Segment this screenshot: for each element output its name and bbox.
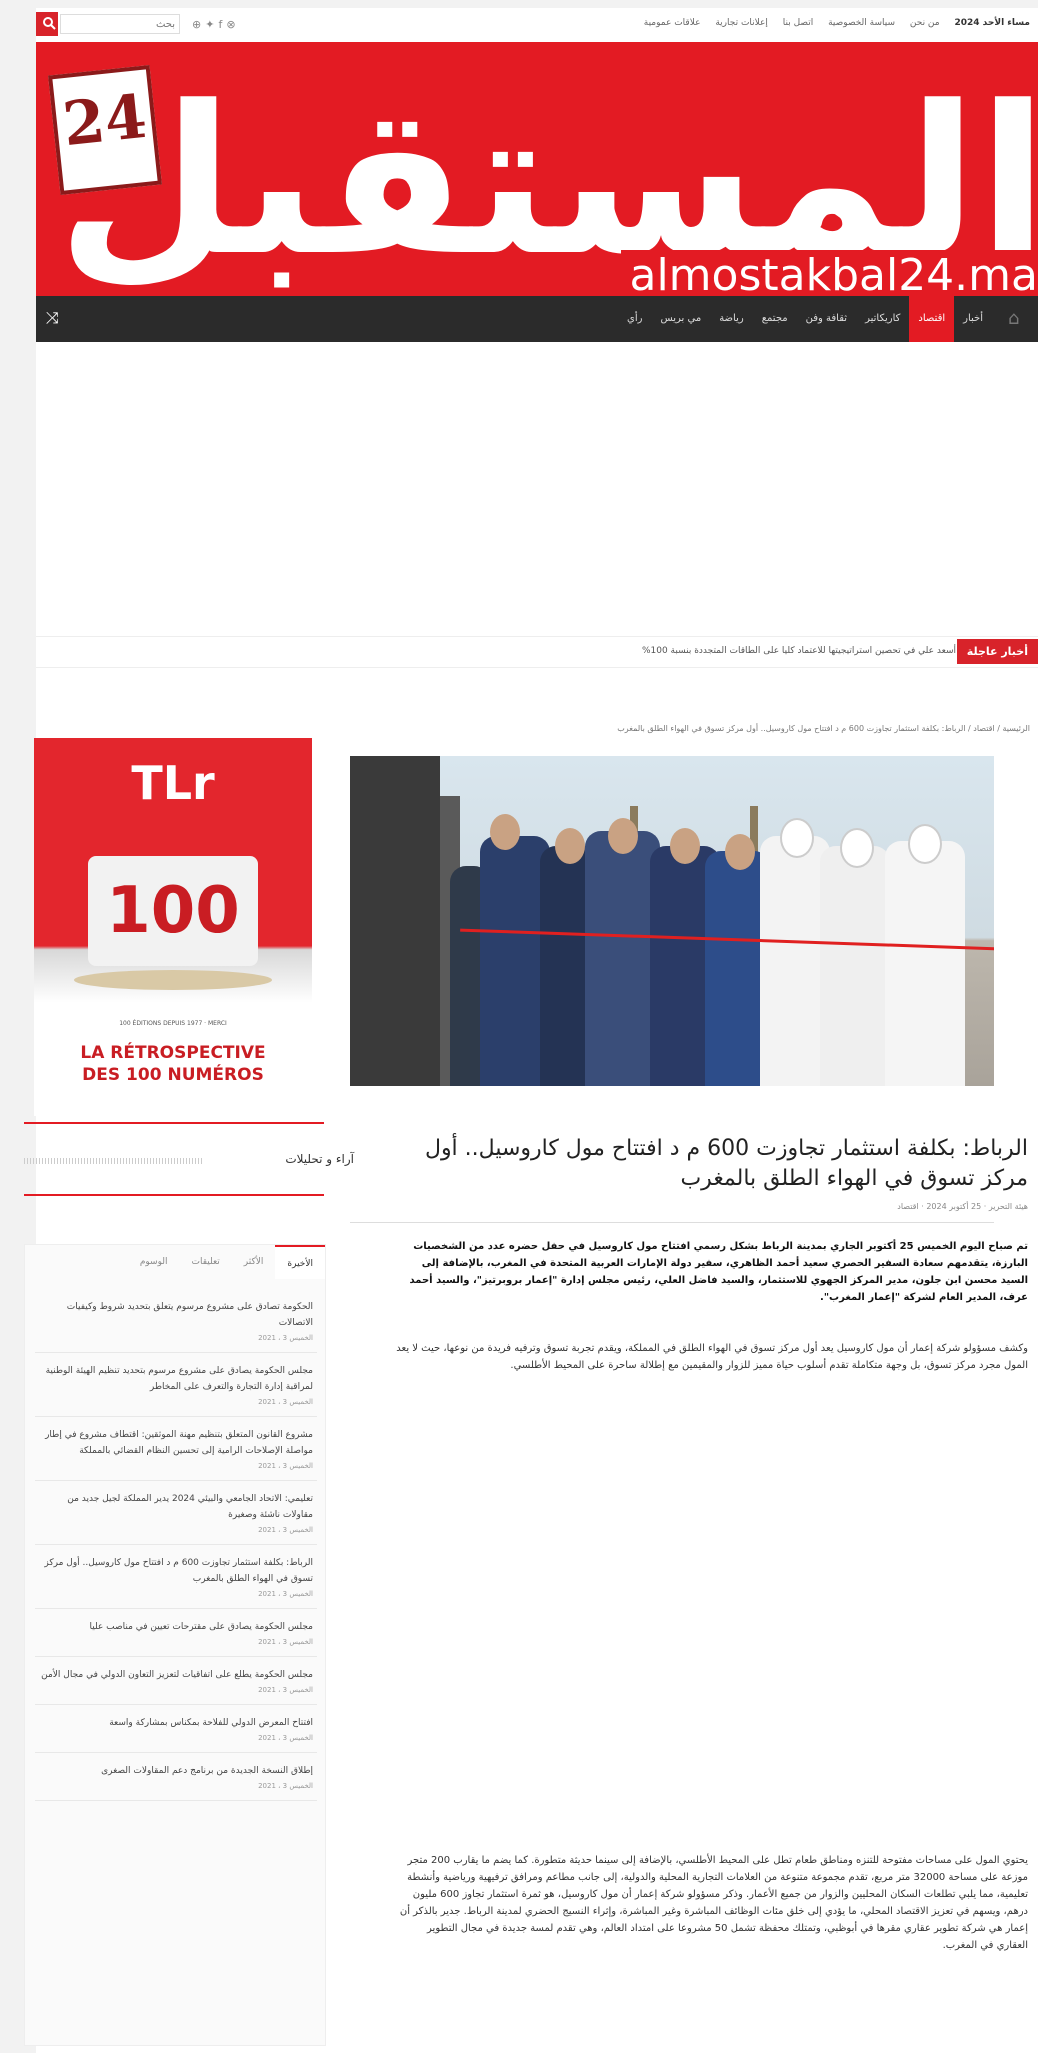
article-paragraph: يحتوي المول على مساحات مفتوحة للتنزه ومن… — [399, 1855, 1028, 1951]
nav-item-culture[interactable]: ثقافة وفن — [797, 296, 856, 342]
nav-item-opinion[interactable]: رأي — [618, 296, 651, 342]
nav-items: أخبار اقتصاد كاريكاتير ثقافة وفن مجتمع ر… — [618, 296, 992, 342]
random-article-icon[interactable]: ⤨ — [46, 308, 59, 328]
recent-posts-list: الحكومة تصادق على مشروع مرسوم يتعلق بتحد… — [35, 1289, 317, 1801]
top-link-about[interactable]: من نحن — [910, 18, 940, 28]
nav-item-sports[interactable]: رياضة — [710, 296, 753, 342]
nav-item-news[interactable]: أخبار — [954, 296, 992, 342]
list-item[interactable]: تعليمي: الاتحاد الجامعي والبيئي 2024 يدي… — [35, 1481, 317, 1545]
door-frame — [350, 756, 440, 1086]
list-item[interactable]: مجلس الحكومة يصادق على مشروع مرسوم بتحدي… — [35, 1353, 317, 1417]
site-header: المستقبل 24 almostakbal24.ma — [36, 42, 1038, 296]
breaking-news-ticker: أخبار عاجلة أسعد علي في تحصين استراتيجيت… — [36, 636, 1038, 668]
article-hero-image — [350, 756, 994, 1086]
logo-number: 24 — [59, 81, 150, 161]
list-item[interactable]: الحكومة تصادق على مشروع مرسوم يتعلق بتحد… — [35, 1289, 317, 1353]
logo-badge[interactable]: 24 — [48, 64, 162, 196]
top-link-pr[interactable]: علاقات عمومية — [644, 18, 701, 28]
list-item[interactable]: الرباط: بكلفة استثمار تجاوزت 600 م د افت… — [35, 1545, 317, 1609]
social-links: ⊕✦f⊗ — [192, 18, 240, 31]
article-meta: هيئة التحرير · 25 أكتوبر 2024 · اقتصاد — [897, 1202, 1028, 1211]
tab-comments[interactable]: تعليقات — [179, 1245, 231, 1279]
list-item[interactable]: مشروع القانون المتعلق بتنظيم مهنة الموثق… — [35, 1417, 317, 1481]
top-link-ads[interactable]: إعلانات تجارية — [715, 18, 768, 28]
list-item[interactable]: مجلس الحكومة يطلع على اتفاقيات لتعزيز ال… — [35, 1657, 317, 1705]
tab-tags[interactable]: الوسوم — [128, 1245, 180, 1279]
breaking-news-label: أخبار عاجلة — [956, 639, 1038, 664]
search-button[interactable] — [36, 12, 58, 36]
top-nav: مساء الأحد 2024 من نحن سياسة الخصوصية ات… — [632, 18, 1030, 28]
article-paragraph: تم صباح اليوم الخميس 25 أكتوبر الجاري بم… — [409, 1241, 1028, 1303]
widget-title: آراء و تحليلات — [285, 1152, 354, 1166]
tab-recent[interactable]: الأخيرة — [275, 1245, 325, 1279]
article-paragraph: وكشف مسؤولو شركة إعمار أن مول كاروسيل يع… — [396, 1343, 1028, 1371]
search-input[interactable] — [60, 14, 180, 34]
logo-url: almostakbal24.ma — [621, 250, 1038, 296]
ad-number: 100 — [88, 856, 258, 966]
breaking-news-text[interactable]: أسعد علي في تحصين استراتيجيتها للاعتماد … — [642, 646, 956, 656]
top-bar: ⊕✦f⊗ مساء الأحد 2024 من نحن سياسة الخصوص… — [36, 8, 1038, 43]
home-icon[interactable]: ⌂ — [1008, 308, 1028, 329]
main-nav: ⤨ ⌂ أخبار اقتصاد كاريكاتير ثقافة وفن مجت… — [36, 296, 1038, 342]
twitter-icon[interactable]: ✦ — [205, 18, 218, 31]
top-link-privacy[interactable]: سياسة الخصوصية — [828, 18, 895, 28]
rss-icon[interactable]: ⊕ — [192, 18, 205, 31]
search-icon — [43, 16, 56, 30]
list-item[interactable]: إطلاق النسخة الجديدة من برنامج دعم المقا… — [35, 1753, 317, 1801]
widget-tabs: الأخيرة الأكثر تعليقات الوسوم — [128, 1245, 325, 1279]
tab-popular[interactable]: الأكثر — [232, 1245, 276, 1279]
nav-item-society[interactable]: مجتمع — [753, 296, 797, 342]
sidebar-divider — [24, 1122, 324, 1124]
nav-item-mipress[interactable]: مي بريس — [651, 296, 710, 342]
sidebar-ad-banner[interactable]: TLr 100 100 ÉDITIONS DEPUIS 1977 · MERCI… — [34, 738, 312, 1116]
ad-brand: TLr — [131, 756, 215, 810]
top-link-contact[interactable]: اتصل بنا — [783, 18, 813, 28]
link-icon[interactable]: ⊗ — [226, 18, 239, 31]
nav-item-economy[interactable]: اقتصاد — [909, 296, 955, 342]
article-divider — [350, 1222, 994, 1223]
nav-item-caricature[interactable]: كاريكاتير — [856, 296, 909, 342]
sidebar-tabs-widget: الأخيرة الأكثر تعليقات الوسوم الحكومة تص… — [24, 1244, 326, 2046]
list-item[interactable]: افتتاح المعرض الدولي للفلاحة بمكناس بمشا… — [35, 1705, 317, 1753]
article-title: الرباط: بكلفة استثمار تجاوزت 600 م د افت… — [424, 1136, 1028, 1191]
ad-small-text: 100 ÉDITIONS DEPUIS 1977 · MERCI — [119, 1020, 227, 1027]
ad-slot — [36, 342, 1038, 632]
ad-headline: LA RÉTROSPECTIVE DES 100 NUMÉROS — [80, 1043, 266, 1085]
breadcrumb[interactable]: الرئيسية / اقتصاد / الرباط: بكلفة استثما… — [617, 724, 1030, 733]
top-date: مساء الأحد 2024 — [954, 18, 1030, 28]
list-item[interactable]: مجلس الحكومة يصادق على مقترحات تعيين في … — [35, 1609, 317, 1657]
sidebar-divider — [24, 1194, 324, 1196]
